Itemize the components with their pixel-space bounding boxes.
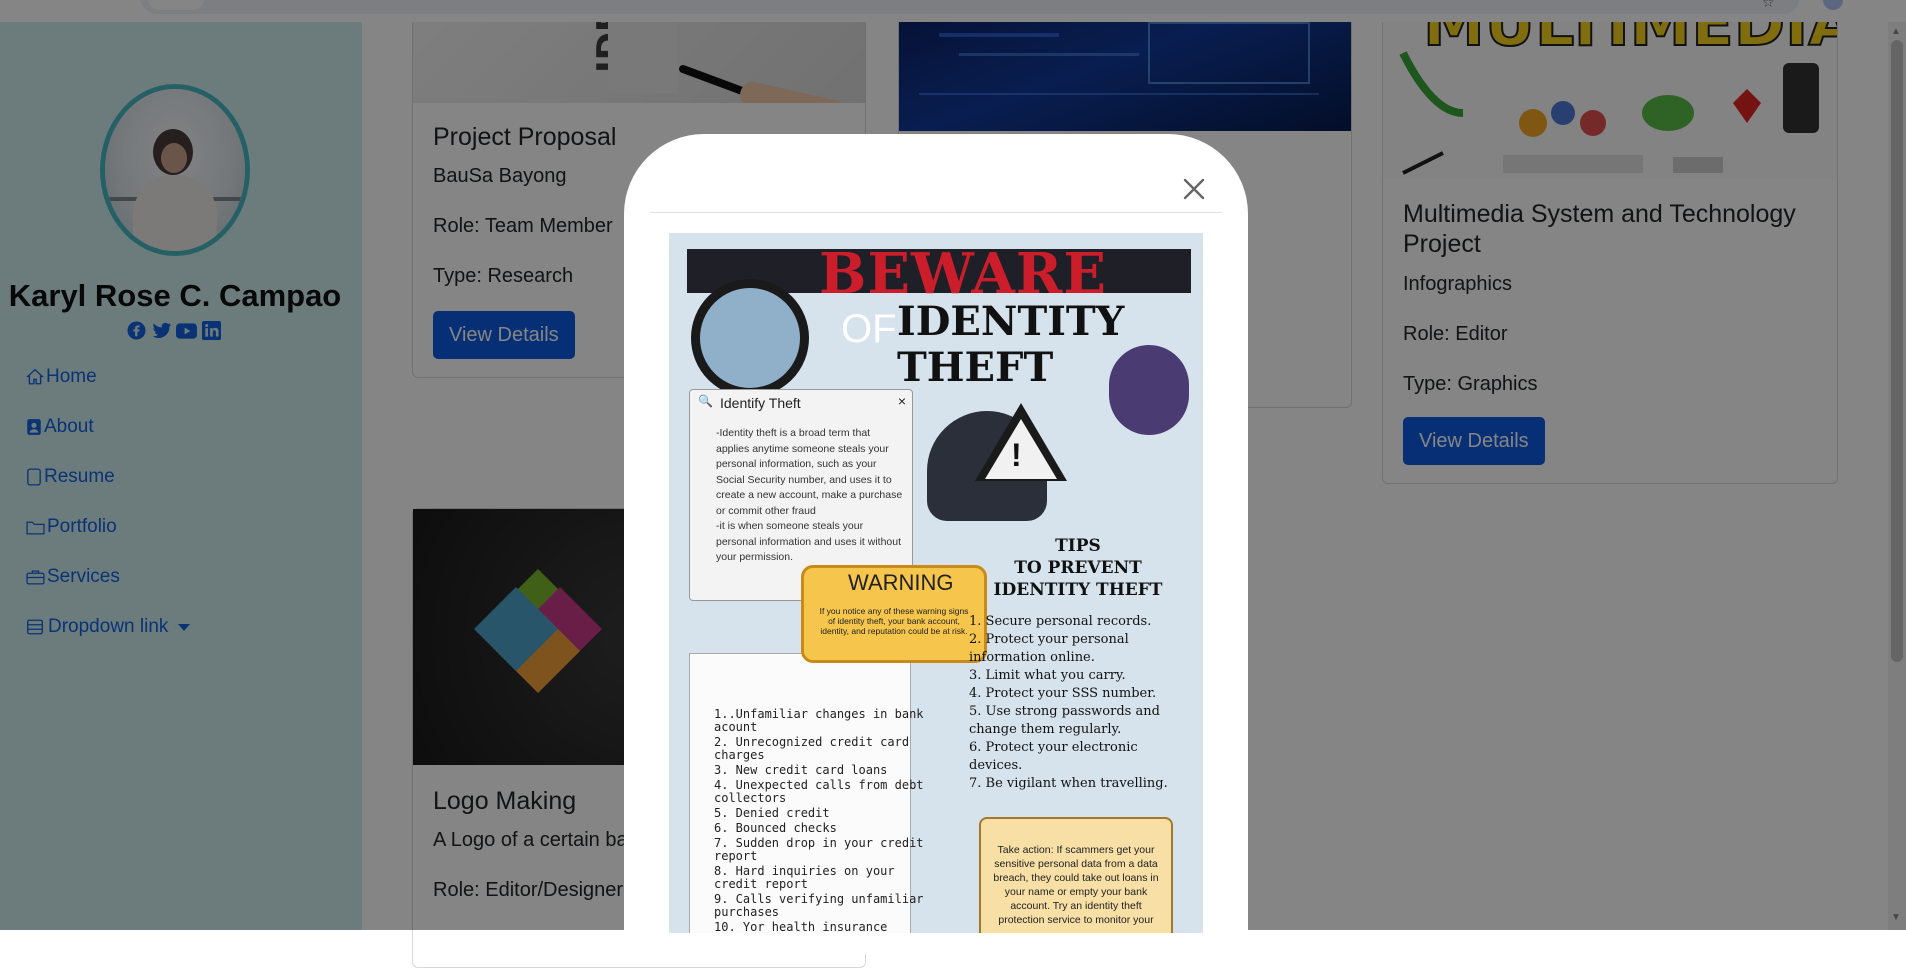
- masked-thief-graphic: [1109, 345, 1189, 435]
- tips-title: TIPS TO PREVENT IDENTITY THEFT: [993, 536, 1163, 600]
- tips-section: TIPS TO PREVENT IDENTITY THEFT 1. Secure…: [961, 527, 1195, 791]
- exclamation-icon: !: [1011, 437, 1022, 473]
- popup-title: Identify Theft: [720, 395, 801, 411]
- warning-title: WARNING: [848, 570, 954, 595]
- modal-divider: [650, 212, 1222, 213]
- take-action-text: Take action: If scammers get your sensit…: [993, 844, 1159, 926]
- close-icon[interactable]: [1179, 174, 1209, 204]
- list-item: 2. Protect your personal information onl…: [969, 632, 1129, 665]
- warning-body: If you notice any of these warning signs…: [819, 606, 969, 636]
- list-item: 10. Yor health insurance limit is maxed …: [714, 920, 888, 934]
- image-modal: BEWARE OF IDENTITY THEFT ! 🔍 Identify Th…: [624, 134, 1248, 954]
- warning-signs-list: 1..Unfamiliar changes in bank acount 2. U…: [689, 653, 924, 933]
- list-item: 9. Calls verifying unfamiliar purchases: [714, 892, 924, 919]
- popup-body: -Identity theft is a broad term that app…: [716, 427, 903, 563]
- infographic-theft: THEFT: [897, 344, 1054, 391]
- signs-items: 1..Unfamiliar changes in bank acount 2. U…: [714, 707, 926, 934]
- list-item: 2. Unrecognized credit card charges: [714, 735, 910, 762]
- list-item: 1. Secure personal records.: [969, 614, 1152, 629]
- list-item: 7. Sudden drop in your credit report: [714, 836, 924, 863]
- infographic-identity-theft: IDENTITY THEFT: [897, 299, 1124, 391]
- infographic-identity: IDENTITY: [897, 298, 1125, 345]
- list-item: 5. Use strong passwords and change them …: [969, 704, 1160, 737]
- popup-close-icon: ×: [897, 393, 906, 409]
- take-action-box: Take action: If scammers get your sensit…: [979, 817, 1173, 933]
- tips-items: 1. Secure personal records. 2. Protect yo…: [969, 613, 1195, 793]
- list-item: 4. Unexpected calls from debt collectors: [714, 778, 924, 805]
- list-item: 4. Protect your SSS number.: [969, 686, 1157, 701]
- list-item: 3. Limit what you carry.: [969, 668, 1126, 683]
- list-item: 3. New credit card loans: [714, 763, 888, 777]
- list-item: 1..Unfamiliar changes in bank acount: [714, 707, 924, 734]
- list-item: 6. Protect your electronic devices.: [969, 740, 1138, 773]
- search-icon: 🔍: [698, 394, 713, 408]
- list-item: 6. Bounced checks: [714, 821, 837, 835]
- magnifier-graphic: [691, 279, 809, 397]
- list-item: 7. Be vigilant when travelling.: [969, 776, 1168, 791]
- list-item: 8. Hard inquiries on your credit report: [714, 864, 895, 891]
- warning-box: WARNING If you notice any of these warni…: [801, 565, 987, 663]
- list-item: 5. Denied credit: [714, 806, 830, 820]
- infographic-of: OF: [841, 307, 897, 351]
- infographic-image: BEWARE OF IDENTITY THEFT ! 🔍 Identify Th…: [669, 233, 1203, 933]
